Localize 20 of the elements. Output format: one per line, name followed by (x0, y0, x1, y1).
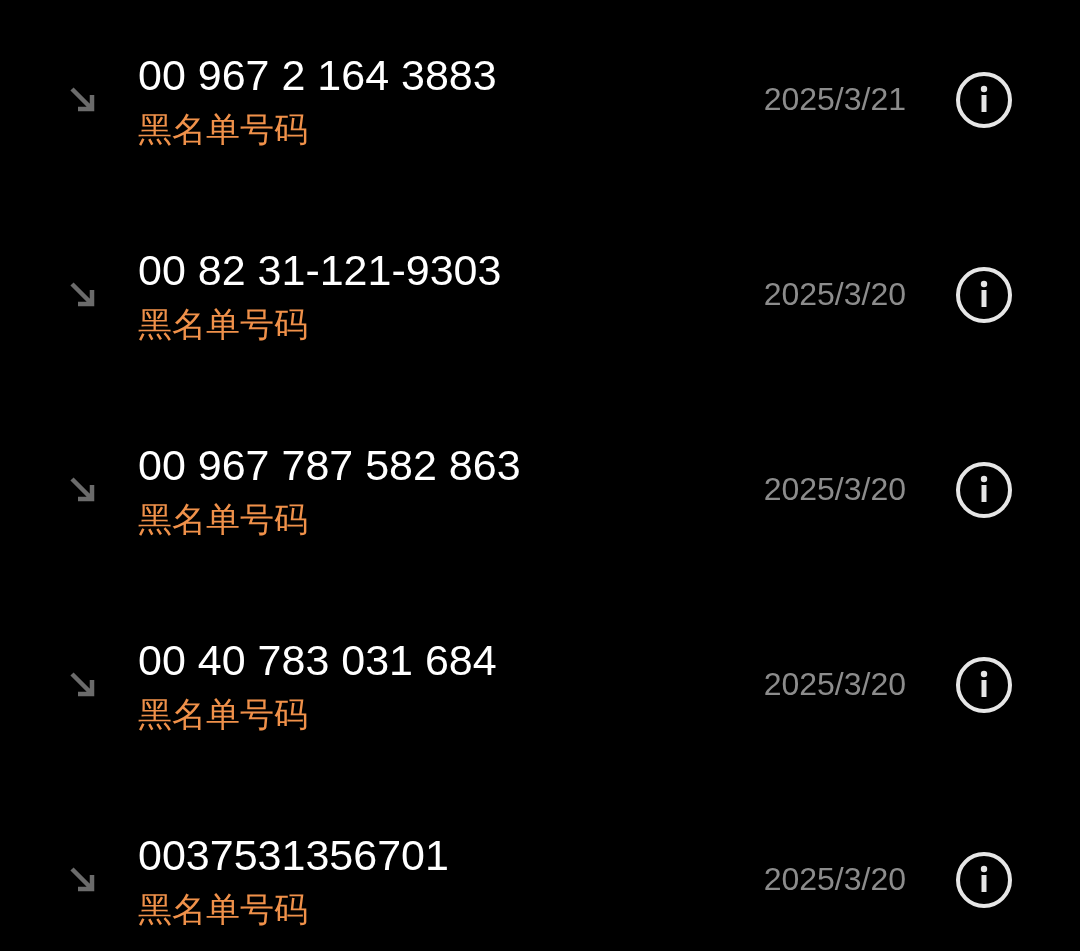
phone-number: 00 967 2 164 3883 (138, 49, 497, 101)
info-icon[interactable] (954, 459, 1014, 520)
blacklist-label: 黑名单号码 (138, 887, 308, 931)
call-date: 2025/3/20 (763, 276, 906, 313)
phone-number: 00 967 787 582 863 (138, 439, 521, 491)
phone-number: 00 82 31-121-9303 (138, 244, 502, 296)
call-date: 2025/3/20 (763, 666, 906, 703)
call-date: 2025/3/20 (763, 471, 906, 508)
info-icon[interactable] (954, 264, 1014, 325)
phone-number: 0037531356701 (138, 829, 449, 881)
phone-number: 00 40 783 031 684 (138, 634, 497, 686)
blacklist-label: 黑名单号码 (138, 107, 308, 151)
info-icon[interactable] (954, 849, 1014, 910)
blacklist-label: 黑名单号码 (138, 302, 308, 346)
call-date: 2025/3/20 (763, 861, 906, 898)
blacklist-label: 黑名单号码 (138, 692, 308, 736)
call-date: 2025/3/21 (763, 81, 906, 118)
info-icon[interactable] (954, 654, 1014, 715)
blacklist-label: 黑名单号码 (138, 497, 308, 541)
info-icon[interactable] (954, 69, 1014, 130)
